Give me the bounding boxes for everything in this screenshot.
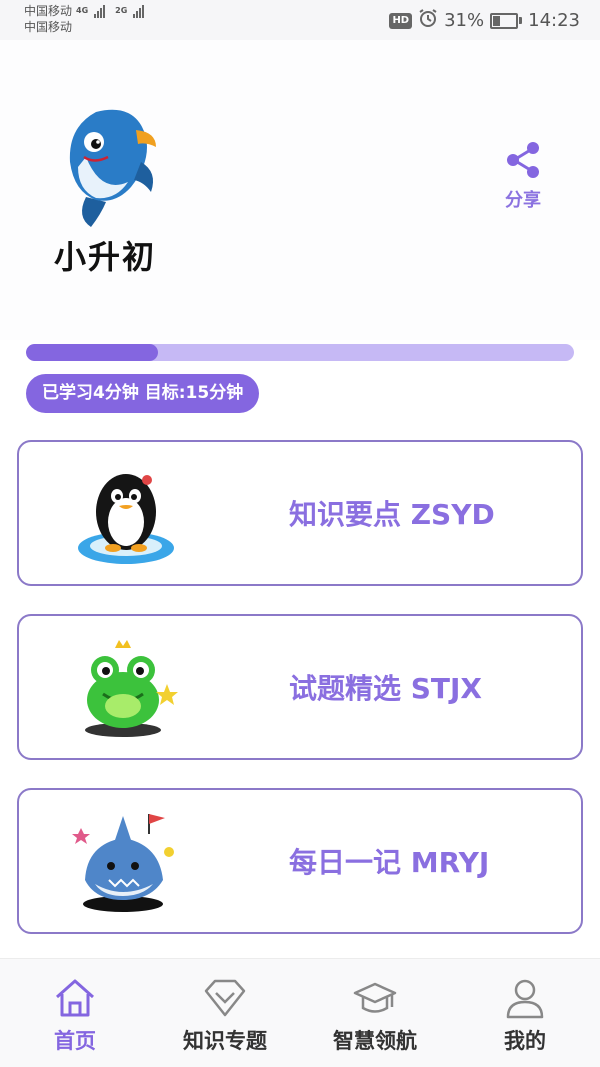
carrier-info: 中国移动 4G 2G 中国移动 <box>24 3 145 35</box>
status-bar: 中国移动 4G 2G 中国移动 HD 31% 14:23 <box>0 0 600 40</box>
share-label: 分享 <box>505 190 541 211</box>
shark-icon <box>71 808 181 918</box>
user-icon <box>450 975 600 1021</box>
battery-icon <box>490 12 523 29</box>
hd-badge: HD <box>389 12 413 29</box>
card-title: 每日一记 MRYJ <box>289 846 490 879</box>
study-time-badge: 已学习4分钟 目标:15分钟 <box>26 374 260 413</box>
diamond-icon <box>150 975 300 1021</box>
tab-label: 首页 <box>54 1029 96 1053</box>
card-knowledge-points[interactable]: 知识要点 ZSYD <box>17 440 583 586</box>
tab-label: 智慧领航 <box>333 1029 417 1053</box>
home-icon <box>0 975 150 1021</box>
tab-home[interactable]: 首页 <box>0 959 150 1067</box>
network-type-2: 2G <box>115 6 128 15</box>
card-title: 试题精选 STJX <box>289 672 483 705</box>
dolphin-mascot-icon <box>56 102 166 232</box>
card-selected-questions[interactable]: 试题精选 STJX <box>17 614 583 760</box>
tab-label: 我的 <box>504 1029 546 1053</box>
penguin-icon <box>71 460 181 570</box>
clock-time: 14:23 <box>528 10 580 31</box>
study-progress-fill <box>26 344 158 361</box>
frog-icon <box>71 634 181 744</box>
card-daily-memo[interactable]: 每日一记 MRYJ <box>17 788 583 934</box>
header: 小升初 分享 <box>0 40 600 340</box>
battery-percent: 31% <box>444 10 485 31</box>
card-title: 知识要点 ZSYD <box>289 498 495 531</box>
tab-knowledge-topics[interactable]: 知识专题 <box>150 959 300 1067</box>
share-icon <box>496 140 550 180</box>
bottom-navigation: 首页 知识专题 智慧领航 我的 <box>0 958 600 1067</box>
alarm-icon <box>418 8 438 33</box>
tab-smart-guide[interactable]: 智慧领航 <box>300 959 450 1067</box>
signal-icon <box>133 4 145 18</box>
app-root: 中国移动 4G 2G 中国移动 HD 31% 14:23 小升初 分享 已学习4… <box>0 0 600 1067</box>
tab-mine[interactable]: 我的 <box>450 959 600 1067</box>
app-name-logo-text: 小升初 <box>54 238 157 276</box>
carrier-2: 中国移动 <box>24 20 73 34</box>
study-progress-bar <box>26 344 574 361</box>
carrier-1: 中国移动 <box>24 4 73 18</box>
share-button[interactable]: 分享 <box>496 140 550 212</box>
network-type-1: 4G <box>76 6 89 15</box>
tab-label: 知识专题 <box>183 1029 267 1053</box>
signal-icon <box>94 4 106 18</box>
graduation-cap-icon <box>300 975 450 1021</box>
status-indicators: HD 31% 14:23 <box>389 8 580 33</box>
